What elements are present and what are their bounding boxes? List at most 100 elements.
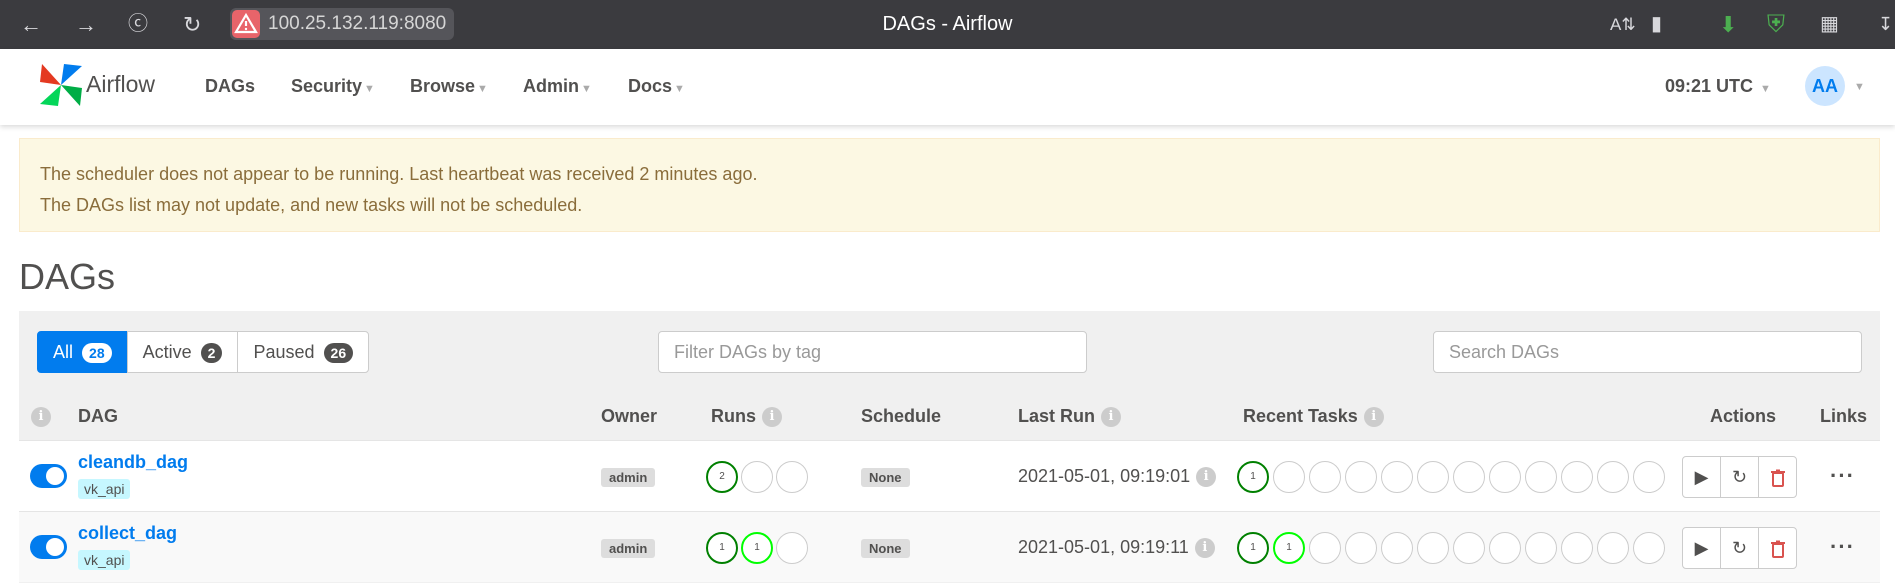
- task-status-running[interactable]: [1273, 461, 1305, 493]
- chevron-down-icon[interactable]: ▼: [1854, 81, 1865, 93]
- task-status-removed[interactable]: [1633, 532, 1665, 564]
- search-dags-input[interactable]: Search DAGs: [1433, 331, 1862, 373]
- filter-all-count: 28: [82, 343, 112, 363]
- downloads-menu-icon[interactable]: ↧: [1878, 0, 1893, 49]
- task-status-sensing[interactable]: [1597, 532, 1629, 564]
- airflow-logo-icon[interactable]: [38, 62, 84, 108]
- status-filter-group: All 28 Active 2 Paused 26: [37, 331, 370, 373]
- task-status-failed[interactable]: [1309, 461, 1341, 493]
- task-status-sensing[interactable]: [1597, 461, 1629, 493]
- trigger-dag-button[interactable]: ▶: [1682, 527, 1721, 569]
- table-row: cleandb_dag vk_api admin 2 None 2021-05-…: [19, 440, 1880, 511]
- dag-tag[interactable]: vk_api: [78, 550, 131, 570]
- refresh-dag-button[interactable]: ↻: [1720, 456, 1759, 498]
- tag-filter-input[interactable]: Filter DAGs by tag: [658, 331, 1087, 373]
- task-status-running[interactable]: 1: [1273, 532, 1305, 564]
- task-status-none[interactable]: [1525, 461, 1557, 493]
- header-info-icon[interactable]: i: [31, 406, 51, 428]
- play-icon: ▶: [1694, 538, 1709, 558]
- task-status-upstream-failed[interactable]: [1345, 532, 1377, 564]
- task-status-queued[interactable]: [1489, 532, 1521, 564]
- header-dag[interactable]: DAG: [78, 406, 118, 427]
- header-schedule[interactable]: Schedule: [861, 406, 941, 427]
- task-status-up-for-retry[interactable]: [1417, 461, 1449, 493]
- clock-menu[interactable]: 09:21 UTC ▼: [1665, 76, 1771, 97]
- chevron-down-icon: ▼: [581, 83, 592, 95]
- delete-dag-button[interactable]: [1758, 527, 1797, 569]
- dag-name-link[interactable]: collect_dag: [78, 523, 177, 544]
- task-status-success[interactable]: 1: [1237, 532, 1269, 564]
- task-status-up-for-reschedule[interactable]: [1453, 461, 1485, 493]
- dag-tag[interactable]: vk_api: [78, 479, 131, 499]
- task-status-removed[interactable]: [1633, 461, 1665, 493]
- table-row: collect_dag vk_api admin 1 1 None 2021-0…: [19, 511, 1880, 582]
- owner-label: admin: [601, 539, 656, 558]
- more-links-icon[interactable]: ···: [1830, 463, 1855, 489]
- run-status-success[interactable]: 2: [706, 461, 738, 493]
- info-icon[interactable]: i: [1363, 407, 1384, 428]
- play-icon: ▶: [1694, 467, 1709, 487]
- header-recent-tasks-label: Recent Tasks: [1243, 406, 1358, 426]
- filter-all-button[interactable]: All 28: [37, 331, 128, 373]
- last-run-value[interactable]: 2021-05-01, 09:19:11 i: [1018, 537, 1215, 559]
- info-icon[interactable]: i: [1101, 407, 1122, 428]
- delete-dag-button[interactable]: [1758, 456, 1797, 498]
- header-last-run: Last Run i: [1018, 406, 1122, 428]
- refresh-icon: ↻: [1731, 538, 1748, 558]
- task-status-up-for-retry[interactable]: [1417, 532, 1449, 564]
- page-title: DAGs: [19, 256, 116, 297]
- run-status-running[interactable]: [741, 461, 773, 493]
- bookmark-icon[interactable]: ▮: [1651, 0, 1662, 49]
- nav-docs-label: Docs: [628, 76, 673, 96]
- current-time: 09:21 UTC: [1665, 76, 1754, 96]
- task-status-skipped[interactable]: [1381, 532, 1413, 564]
- task-status-success[interactable]: 1: [1237, 461, 1269, 493]
- user-avatar[interactable]: AA: [1805, 66, 1845, 106]
- trash-icon: [1770, 540, 1785, 559]
- header-actions: Actions: [1710, 406, 1777, 426]
- last-run-value[interactable]: 2021-05-01, 09:19:01 i: [1018, 466, 1217, 488]
- info-icon[interactable]: i: [1194, 538, 1215, 559]
- dags-panel: All 28 Active 2 Paused 26 Filter DAGs by…: [19, 311, 1880, 583]
- filter-active-button[interactable]: Active 2: [126, 331, 239, 373]
- owner-label: admin: [601, 468, 656, 487]
- run-status-success[interactable]: 1: [706, 532, 738, 564]
- run-status-failed[interactable]: [776, 461, 808, 493]
- task-status-queued[interactable]: [1489, 461, 1521, 493]
- dag-actions: ▶ ↻: [1682, 527, 1797, 569]
- run-status-failed[interactable]: [776, 532, 808, 564]
- nav-security[interactable]: Security ▼: [291, 76, 375, 97]
- info-icon[interactable]: i: [1196, 467, 1217, 488]
- header-recent-tasks: Recent Tasks i: [1243, 406, 1384, 428]
- task-status-failed[interactable]: [1309, 532, 1341, 564]
- task-status-scheduled[interactable]: [1561, 532, 1593, 564]
- dag-pause-toggle[interactable]: [30, 464, 67, 488]
- dag-name-link[interactable]: cleandb_dag: [78, 452, 188, 473]
- nav-dags[interactable]: DAGs: [205, 76, 255, 97]
- nav-browse[interactable]: Browse ▼: [410, 76, 488, 97]
- filter-all-label: All: [53, 342, 74, 362]
- header-owner[interactable]: Owner: [601, 406, 657, 427]
- dag-pause-toggle[interactable]: [30, 535, 67, 559]
- task-status-scheduled[interactable]: [1561, 461, 1593, 493]
- brand-name[interactable]: Airflow: [86, 71, 155, 98]
- alert-line-1: The scheduler does not appear to be runn…: [40, 164, 758, 184]
- translate-icon[interactable]: A⇅: [1610, 0, 1636, 49]
- trigger-dag-button[interactable]: ▶: [1682, 456, 1721, 498]
- nav-admin[interactable]: Admin ▼: [523, 76, 592, 97]
- filter-paused-button[interactable]: Paused 26: [237, 331, 370, 373]
- download-icon[interactable]: ⬇: [1719, 0, 1737, 49]
- nav-docs[interactable]: Docs ▼: [628, 76, 685, 97]
- schedule-label: None: [861, 539, 910, 558]
- refresh-dag-button[interactable]: ↻: [1720, 527, 1759, 569]
- task-status-up-for-reschedule[interactable]: [1453, 532, 1485, 564]
- task-status-none[interactable]: [1525, 532, 1557, 564]
- run-status-running[interactable]: 1: [741, 532, 773, 564]
- task-status-skipped[interactable]: [1381, 461, 1413, 493]
- extensions-icon[interactable]: ▦: [1820, 0, 1839, 49]
- nav-browse-label: Browse: [410, 76, 476, 96]
- protect-shield-icon[interactable]: ⛨: [1767, 0, 1785, 49]
- task-status-upstream-failed[interactable]: [1345, 461, 1377, 493]
- more-links-icon[interactable]: ···: [1830, 534, 1855, 560]
- info-icon[interactable]: i: [762, 407, 782, 428]
